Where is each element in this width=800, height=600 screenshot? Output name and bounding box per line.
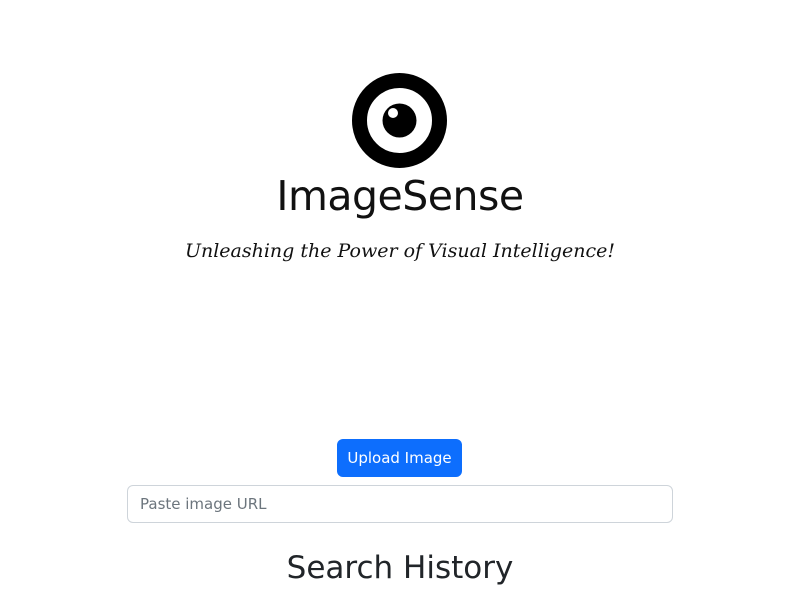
brand-name: ImageSense xyxy=(276,172,524,220)
image-url-input[interactable] xyxy=(127,485,673,523)
upload-image-button[interactable]: Upload Image xyxy=(337,439,462,477)
home-page: ImageSense Unleashing the Power of Visua… xyxy=(0,0,800,600)
search-history-title: Search History xyxy=(286,550,514,586)
tagline: Unleashing the Power of Visual Intellige… xyxy=(184,240,616,262)
eye-icon xyxy=(352,73,447,168)
